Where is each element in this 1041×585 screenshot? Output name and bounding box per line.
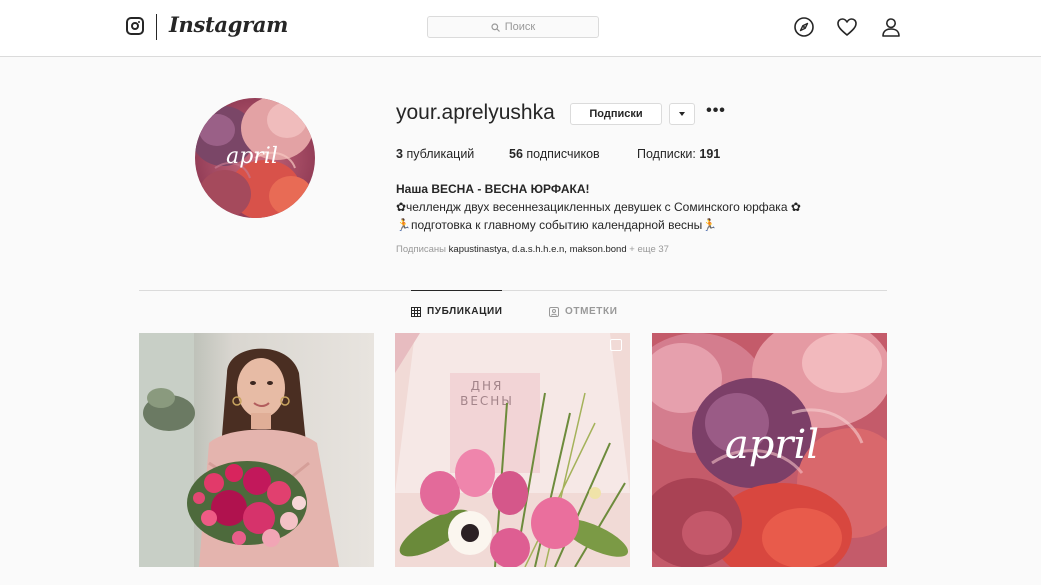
user-icon[interactable] <box>880 16 902 38</box>
shirt-text-1: ДНЯ <box>471 379 504 393</box>
instagram-glyph-icon[interactable] <box>126 17 144 35</box>
search-input[interactable]: Поиск <box>427 16 599 38</box>
heart-icon[interactable] <box>836 16 858 38</box>
chevron-down-icon <box>679 112 685 116</box>
post-thumbnail[interactable] <box>139 333 374 567</box>
stat-posts: 3 публикаций <box>396 147 475 161</box>
stat-following[interactable]: Подписки: 191 <box>637 147 720 161</box>
profile-avatar[interactable]: april <box>195 98 315 218</box>
suggestions-dropdown-button[interactable] <box>669 103 695 125</box>
active-tab-indicator <box>411 290 502 291</box>
bio-name: Наша ВЕСНА - ВЕСНА ЮРФАКА! <box>396 182 590 196</box>
logo-divider <box>156 14 157 40</box>
avatar-text: april <box>226 144 278 169</box>
following-button[interactable]: Подписки <box>570 103 662 125</box>
post-thumbnail[interactable]: april <box>652 333 887 567</box>
tab-tagged[interactable]: ОТМЕТКИ <box>549 306 618 317</box>
bio-line-1: ✿челлендж двух весеннезацикленных девуше… <box>396 200 801 214</box>
tag-icon <box>549 306 559 317</box>
stat-followers[interactable]: 56 подписчиков <box>509 147 600 161</box>
grid-icon <box>411 306 421 317</box>
post-thumbnail[interactable]: ДНЯ ВЕСНЫ <box>395 333 630 567</box>
profile-bio: Наша ВЕСНА - ВЕСНА ЮРФАКА! ✿челлендж дву… <box>396 180 801 234</box>
compass-icon[interactable] <box>793 16 815 38</box>
tab-posts[interactable]: ПУБЛИКАЦИИ <box>411 306 503 317</box>
top-navigation: Instagram Поиск <box>0 0 1041 57</box>
profile-username: your.aprelyushka <box>396 101 555 124</box>
search-icon <box>491 22 500 32</box>
post-overlay-text: april <box>725 422 819 468</box>
more-options-icon[interactable]: ••• <box>706 103 726 122</box>
bio-line-2: 🏃подготовка к главному событию календарн… <box>396 218 718 232</box>
tabs-divider <box>139 290 887 291</box>
instagram-wordmark[interactable]: Instagram <box>169 12 288 37</box>
followed-by[interactable]: Подписаны kapustinastya, d.a.s.h.h.e.n, … <box>396 244 669 255</box>
multi-photo-icon <box>610 339 622 351</box>
search-placeholder: Поиск <box>504 21 536 33</box>
